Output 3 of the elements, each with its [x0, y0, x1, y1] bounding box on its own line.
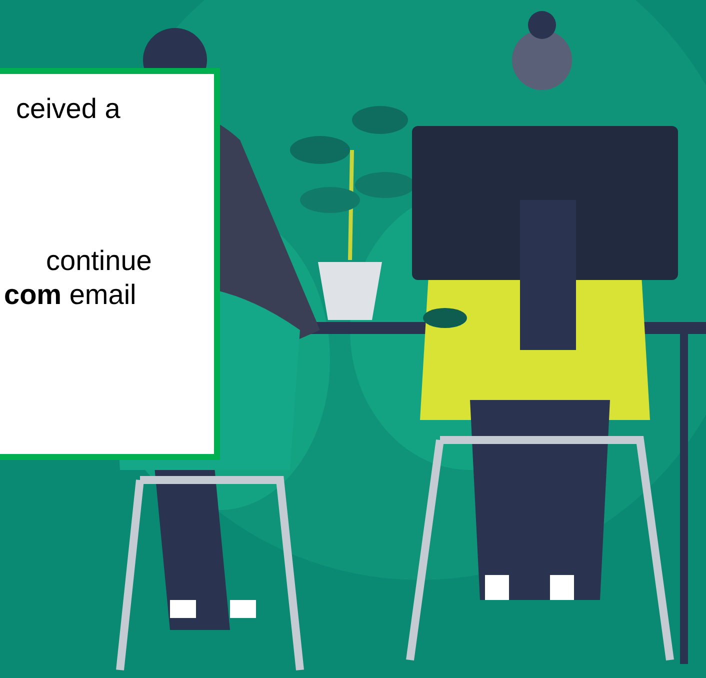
message-text: continue	[45, 244, 152, 278]
message-text: com email	[4, 278, 136, 312]
message-text: ceived a	[16, 92, 120, 126]
